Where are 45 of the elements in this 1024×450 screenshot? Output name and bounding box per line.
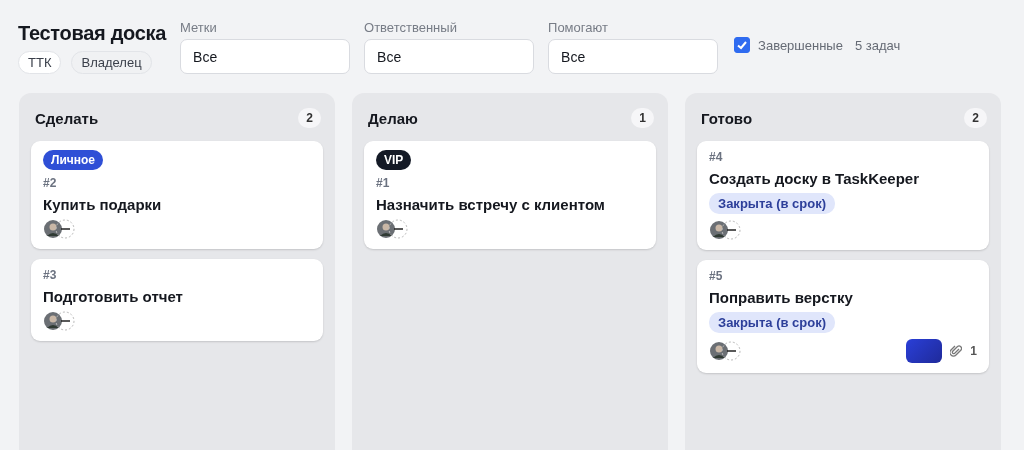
board-chip[interactable]: Владелец	[71, 51, 152, 74]
task-title: Создать доску в TaskKeeper	[709, 170, 921, 187]
task-number: #4	[709, 150, 724, 164]
task-tag: VIP	[376, 150, 412, 170]
task-number: #5	[709, 269, 724, 283]
filter-field[interactable]: Все	[180, 39, 351, 74]
board-title: Тестовая доска	[18, 22, 167, 45]
column-count: 2	[964, 108, 987, 128]
column-title: Делаю	[368, 109, 418, 127]
completed-checkbox[interactable]	[734, 37, 751, 53]
filter-label: Метки	[180, 20, 218, 35]
task-title: Назначить встречу с клиентом	[376, 196, 606, 213]
task-tag: Личное	[43, 150, 103, 170]
column-title: Готово	[701, 109, 753, 127]
task-number: #2	[43, 176, 58, 190]
task-card[interactable]: #5 Поправить верстку Закрыта (в срок) 1	[697, 260, 989, 373]
task-title: Подготовить отчет	[43, 288, 184, 305]
avatar-icon	[709, 341, 743, 361]
column-count: 2	[298, 108, 321, 128]
avatar-icon	[43, 219, 77, 239]
column-title: Сделать	[35, 109, 99, 127]
column-count: 1	[631, 108, 654, 128]
avatar-icon	[376, 219, 410, 239]
task-title: Поправить верстку	[709, 289, 854, 306]
status-tag: Закрыта (в срок)	[709, 193, 835, 214]
task-card[interactable]: VIP #1 Назначить встречу с клиентом	[364, 141, 656, 249]
task-title: Купить подарки	[43, 196, 163, 213]
task-card[interactable]: #3 Подготовить отчет	[31, 259, 323, 341]
task-number: #1	[376, 176, 391, 190]
task-number: #3	[43, 268, 58, 282]
attachment-count: 1	[970, 344, 977, 358]
avatar-icon	[709, 220, 743, 240]
completed-label: Завершенные	[758, 37, 843, 53]
task-card[interactable]: Личное #2 Купить подарки	[31, 141, 323, 249]
task-count: 5 задач	[854, 37, 901, 53]
filter-label: Ответственный	[364, 20, 458, 35]
image-thumbnail[interactable]	[906, 339, 943, 363]
task-card[interactable]: #4 Создать доску в TaskKeeper Закрыта (в срок)	[697, 141, 989, 250]
board-chip[interactable]: ТТК	[18, 51, 62, 74]
filter-label: Помогают	[548, 20, 609, 35]
filter-field[interactable]: Все	[364, 39, 535, 74]
status-tag: Закрыта (в срок)	[709, 312, 835, 333]
avatar-icon	[43, 311, 77, 331]
paperclip-icon	[950, 344, 963, 358]
filter-field[interactable]: Все	[548, 39, 719, 74]
